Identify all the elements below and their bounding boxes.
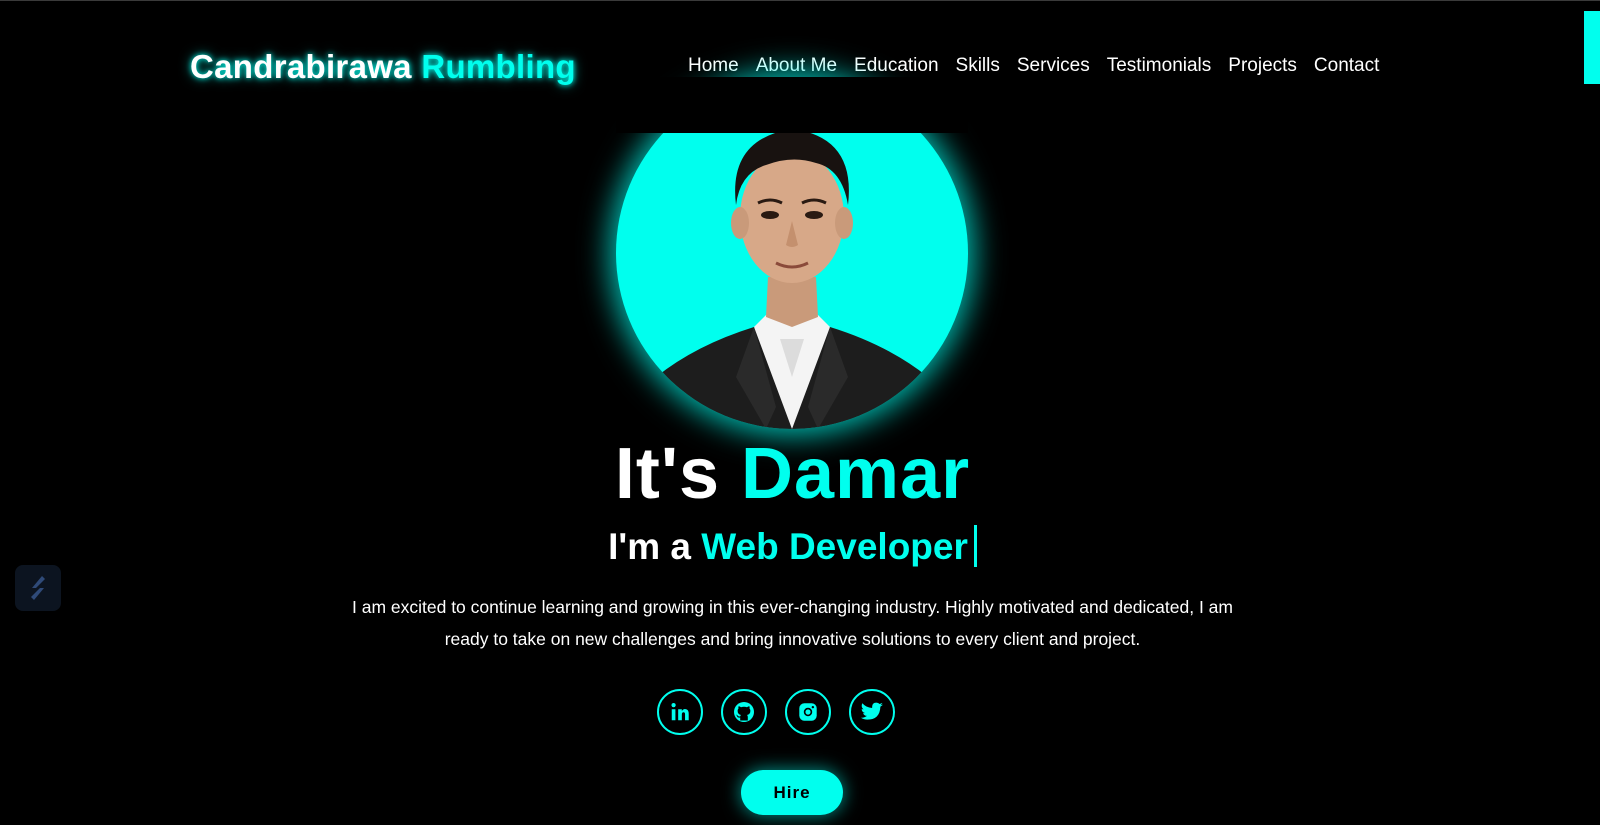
github-link[interactable] [721, 689, 767, 735]
nav-testimonials[interactable]: Testimonials [1107, 55, 1212, 77]
scroll-indicator [1584, 11, 1600, 84]
twitter-link[interactable] [849, 689, 895, 735]
twitter-icon [860, 702, 883, 720]
linkedin-link[interactable] [657, 689, 703, 735]
nav-home[interactable]: Home [688, 55, 739, 77]
typing-cursor [973, 525, 977, 567]
hero-subtitle-prefix: I'm a [608, 526, 691, 567]
instagram-link[interactable] [785, 689, 831, 735]
hero-subtitle-role: Web Developer [701, 526, 968, 567]
hero-description: I am excited to continue learning and gr… [351, 597, 1233, 649]
logo-second-word: Rumbling [421, 48, 576, 85]
hire-button[interactable]: Hire [741, 770, 843, 815]
nav-projects[interactable]: Projects [1228, 55, 1297, 77]
hero-title: It's Damar [0, 433, 1585, 515]
hero-title-prefix: It's [614, 434, 720, 514]
avatar-top-cutoff [616, 77, 968, 133]
social-links [657, 689, 895, 735]
nav-contact[interactable]: Contact [1314, 55, 1379, 77]
logo-first-word: Candrabirawa [190, 48, 412, 85]
github-icon [734, 702, 754, 722]
main-nav: Home About Me Education Skills Services … [688, 55, 1379, 77]
lightning-icon [31, 576, 45, 600]
floating-widget[interactable] [15, 565, 61, 611]
nav-skills[interactable]: Skills [956, 55, 1000, 77]
instagram-icon [799, 703, 817, 721]
page: Candrabirawa Rumbling Home About Me Educ… [0, 0, 1600, 825]
linkedin-icon [671, 703, 689, 721]
profile-avatar [616, 77, 968, 429]
site-logo[interactable]: Candrabirawa Rumbling [190, 48, 576, 86]
hero-title-name: Damar [741, 434, 971, 514]
nav-education[interactable]: Education [854, 55, 939, 77]
hero-subtitle: I'm a Web Developer [0, 525, 1585, 568]
nav-services[interactable]: Services [1017, 55, 1090, 77]
nav-about-me[interactable]: About Me [756, 55, 837, 77]
